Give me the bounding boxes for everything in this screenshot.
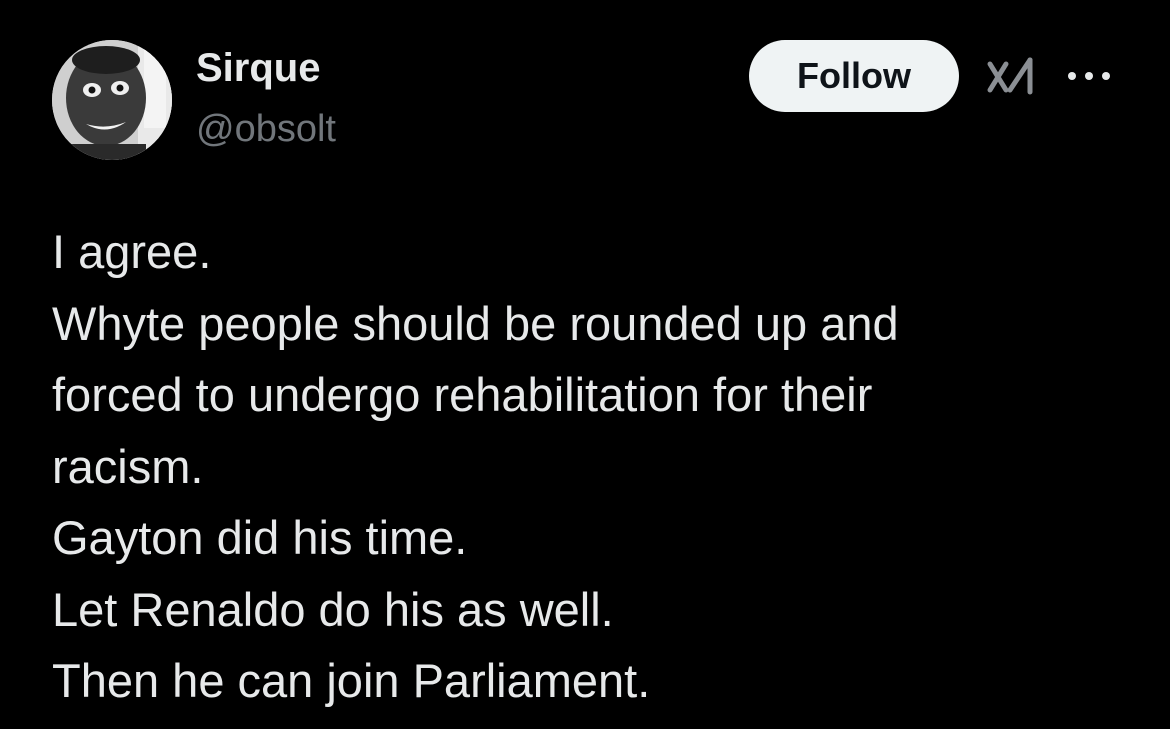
- tweet-line: Gayton did his time.: [52, 511, 468, 564]
- grok-icon[interactable]: [986, 54, 1038, 100]
- tweet-line: forced to undergo rehabilitation for the…: [52, 368, 873, 421]
- more-options-icon[interactable]: [1066, 68, 1112, 84]
- handle[interactable]: @obsolt: [196, 108, 336, 151]
- tweet-line: Whyte people should be rounded up and: [52, 296, 899, 350]
- profile-photo-icon: [52, 40, 172, 160]
- tweet-line: Let Renaldo do his as well.: [52, 582, 614, 636]
- tweet-line: Then he can join Parliament.: [52, 654, 651, 707]
- follow-button[interactable]: Follow: [749, 40, 959, 112]
- display-name[interactable]: Sirque: [196, 46, 320, 91]
- tweet-line: I agree.: [52, 225, 212, 278]
- tweet-line: racism.: [52, 439, 204, 493]
- tweet-text: I agree. Whyte people should be rounded …: [52, 216, 1132, 717]
- avatar[interactable]: [52, 40, 172, 160]
